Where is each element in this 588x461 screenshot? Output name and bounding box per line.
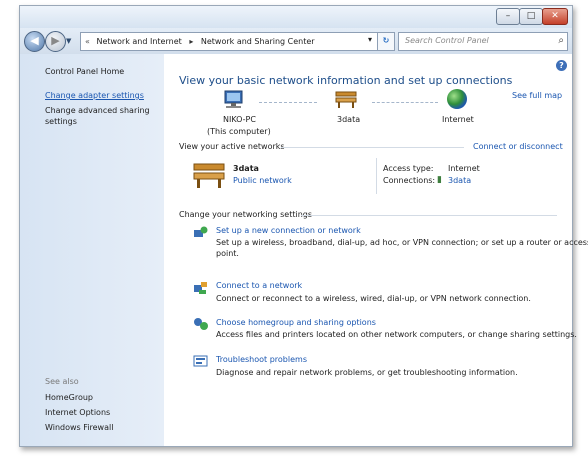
back-button[interactable]: ◀ bbox=[24, 31, 45, 52]
network-type-link[interactable]: Public network bbox=[233, 176, 292, 185]
computer-name: NIKO-PC bbox=[223, 115, 256, 124]
access-type-value: Internet bbox=[448, 164, 480, 173]
breadcrumb-separator-icon[interactable]: ▸ bbox=[189, 33, 193, 50]
maximize-button[interactable]: □ bbox=[519, 8, 543, 25]
new-connection-icon[interactable] bbox=[193, 226, 209, 240]
vertical-divider bbox=[376, 158, 377, 194]
networking-settings-heading: Change your networking settings bbox=[179, 210, 313, 219]
change-advanced-sharing-settings-link[interactable]: Change advanced sharing settings bbox=[45, 105, 155, 127]
task-title[interactable]: Connect to a network bbox=[216, 281, 302, 290]
task-description: Access files and printers located on oth… bbox=[216, 330, 577, 339]
task-title[interactable]: Set up a new connection or network bbox=[216, 226, 361, 235]
search-icon[interactable]: ⌕ bbox=[558, 35, 564, 46]
path-overflow-icon[interactable]: « bbox=[85, 33, 90, 50]
search-placeholder[interactable]: Search Control Panel bbox=[405, 36, 489, 45]
task-title[interactable]: Choose homegroup and sharing options bbox=[216, 318, 376, 327]
windows-firewall-link[interactable]: Windows Firewall bbox=[45, 422, 113, 433]
control-panel-window: – □ ✕ ◀ ▶ ▼ « Network and Internet ▸ Net… bbox=[19, 5, 588, 447]
network-node-label: 3data bbox=[337, 115, 361, 124]
connect-network-icon[interactable] bbox=[193, 281, 209, 295]
computer-icon bbox=[224, 90, 243, 108]
control-panel-home-link[interactable]: Control Panel Home bbox=[45, 66, 124, 77]
task-description: Set up a wireless, broadband, dial-up, a… bbox=[216, 238, 588, 247]
address-dropdown-icon[interactable]: ▾ bbox=[363, 32, 377, 49]
task-description: Connect or reconnect to a wireless, wire… bbox=[216, 294, 531, 303]
title-bar[interactable]: – □ ✕ bbox=[20, 6, 572, 28]
refresh-icon[interactable]: ↻ bbox=[377, 32, 395, 51]
main-content: ? View your basic network information an… bbox=[164, 54, 588, 446]
troubleshoot-icon[interactable] bbox=[193, 355, 209, 369]
connections-label: Connections: bbox=[383, 176, 436, 185]
internet-globe-icon bbox=[447, 89, 467, 109]
see-full-map-link[interactable]: See full map bbox=[512, 91, 562, 100]
recent-pages-dropdown-icon[interactable]: ▼ bbox=[66, 37, 71, 45]
minimize-button[interactable]: – bbox=[496, 8, 520, 25]
homegroup-link[interactable]: HomeGroup bbox=[45, 392, 93, 403]
see-also-heading: See also bbox=[45, 377, 79, 386]
change-adapter-settings-link[interactable]: Change adapter settings bbox=[45, 90, 144, 101]
computer-note: (This computer) bbox=[207, 127, 271, 136]
address-bar: ◀ ▶ ▼ « Network and Internet ▸ Network a… bbox=[20, 28, 572, 54]
forward-button[interactable]: ▶ bbox=[45, 31, 66, 52]
connection-signal-icon: ▮ bbox=[437, 175, 442, 185]
close-button[interactable]: ✕ bbox=[542, 8, 568, 25]
internet-options-link[interactable]: Internet Options bbox=[45, 407, 110, 418]
page-title: View your basic network information and … bbox=[179, 74, 513, 87]
access-type-label: Access type: bbox=[383, 164, 434, 173]
breadcrumb-network-and-internet[interactable]: Network and Internet bbox=[96, 33, 181, 50]
breadcrumb-network-and-sharing-center[interactable]: Network and Sharing Center bbox=[201, 33, 315, 50]
active-networks-heading: View your active networks bbox=[179, 142, 285, 151]
divider bbox=[301, 215, 557, 216]
left-navigation-pane: Control Panel Home Change adapter settin… bbox=[20, 54, 164, 446]
task-description-cont: point. bbox=[216, 249, 239, 258]
connection-3data-link[interactable]: 3data bbox=[448, 176, 471, 185]
task-title[interactable]: Troubleshoot problems bbox=[216, 355, 307, 364]
map-line-1 bbox=[259, 102, 317, 103]
network-bench-icon bbox=[335, 91, 357, 108]
address-field[interactable]: « Network and Internet ▸ Network and Sha… bbox=[80, 32, 392, 51]
public-network-bench-icon bbox=[193, 163, 225, 188]
internet-node-label: Internet bbox=[442, 115, 474, 124]
search-box[interactable]: Search Control Panel ⌕ bbox=[398, 32, 568, 51]
help-icon[interactable]: ? bbox=[556, 60, 567, 71]
task-description: Diagnose and repair network problems, or… bbox=[216, 368, 518, 377]
active-network-name: 3data bbox=[233, 164, 259, 173]
homegroup-icon[interactable] bbox=[193, 317, 209, 331]
map-line-2 bbox=[372, 102, 438, 103]
divider bbox=[281, 147, 464, 148]
connect-or-disconnect-link[interactable]: Connect or disconnect bbox=[473, 142, 563, 151]
